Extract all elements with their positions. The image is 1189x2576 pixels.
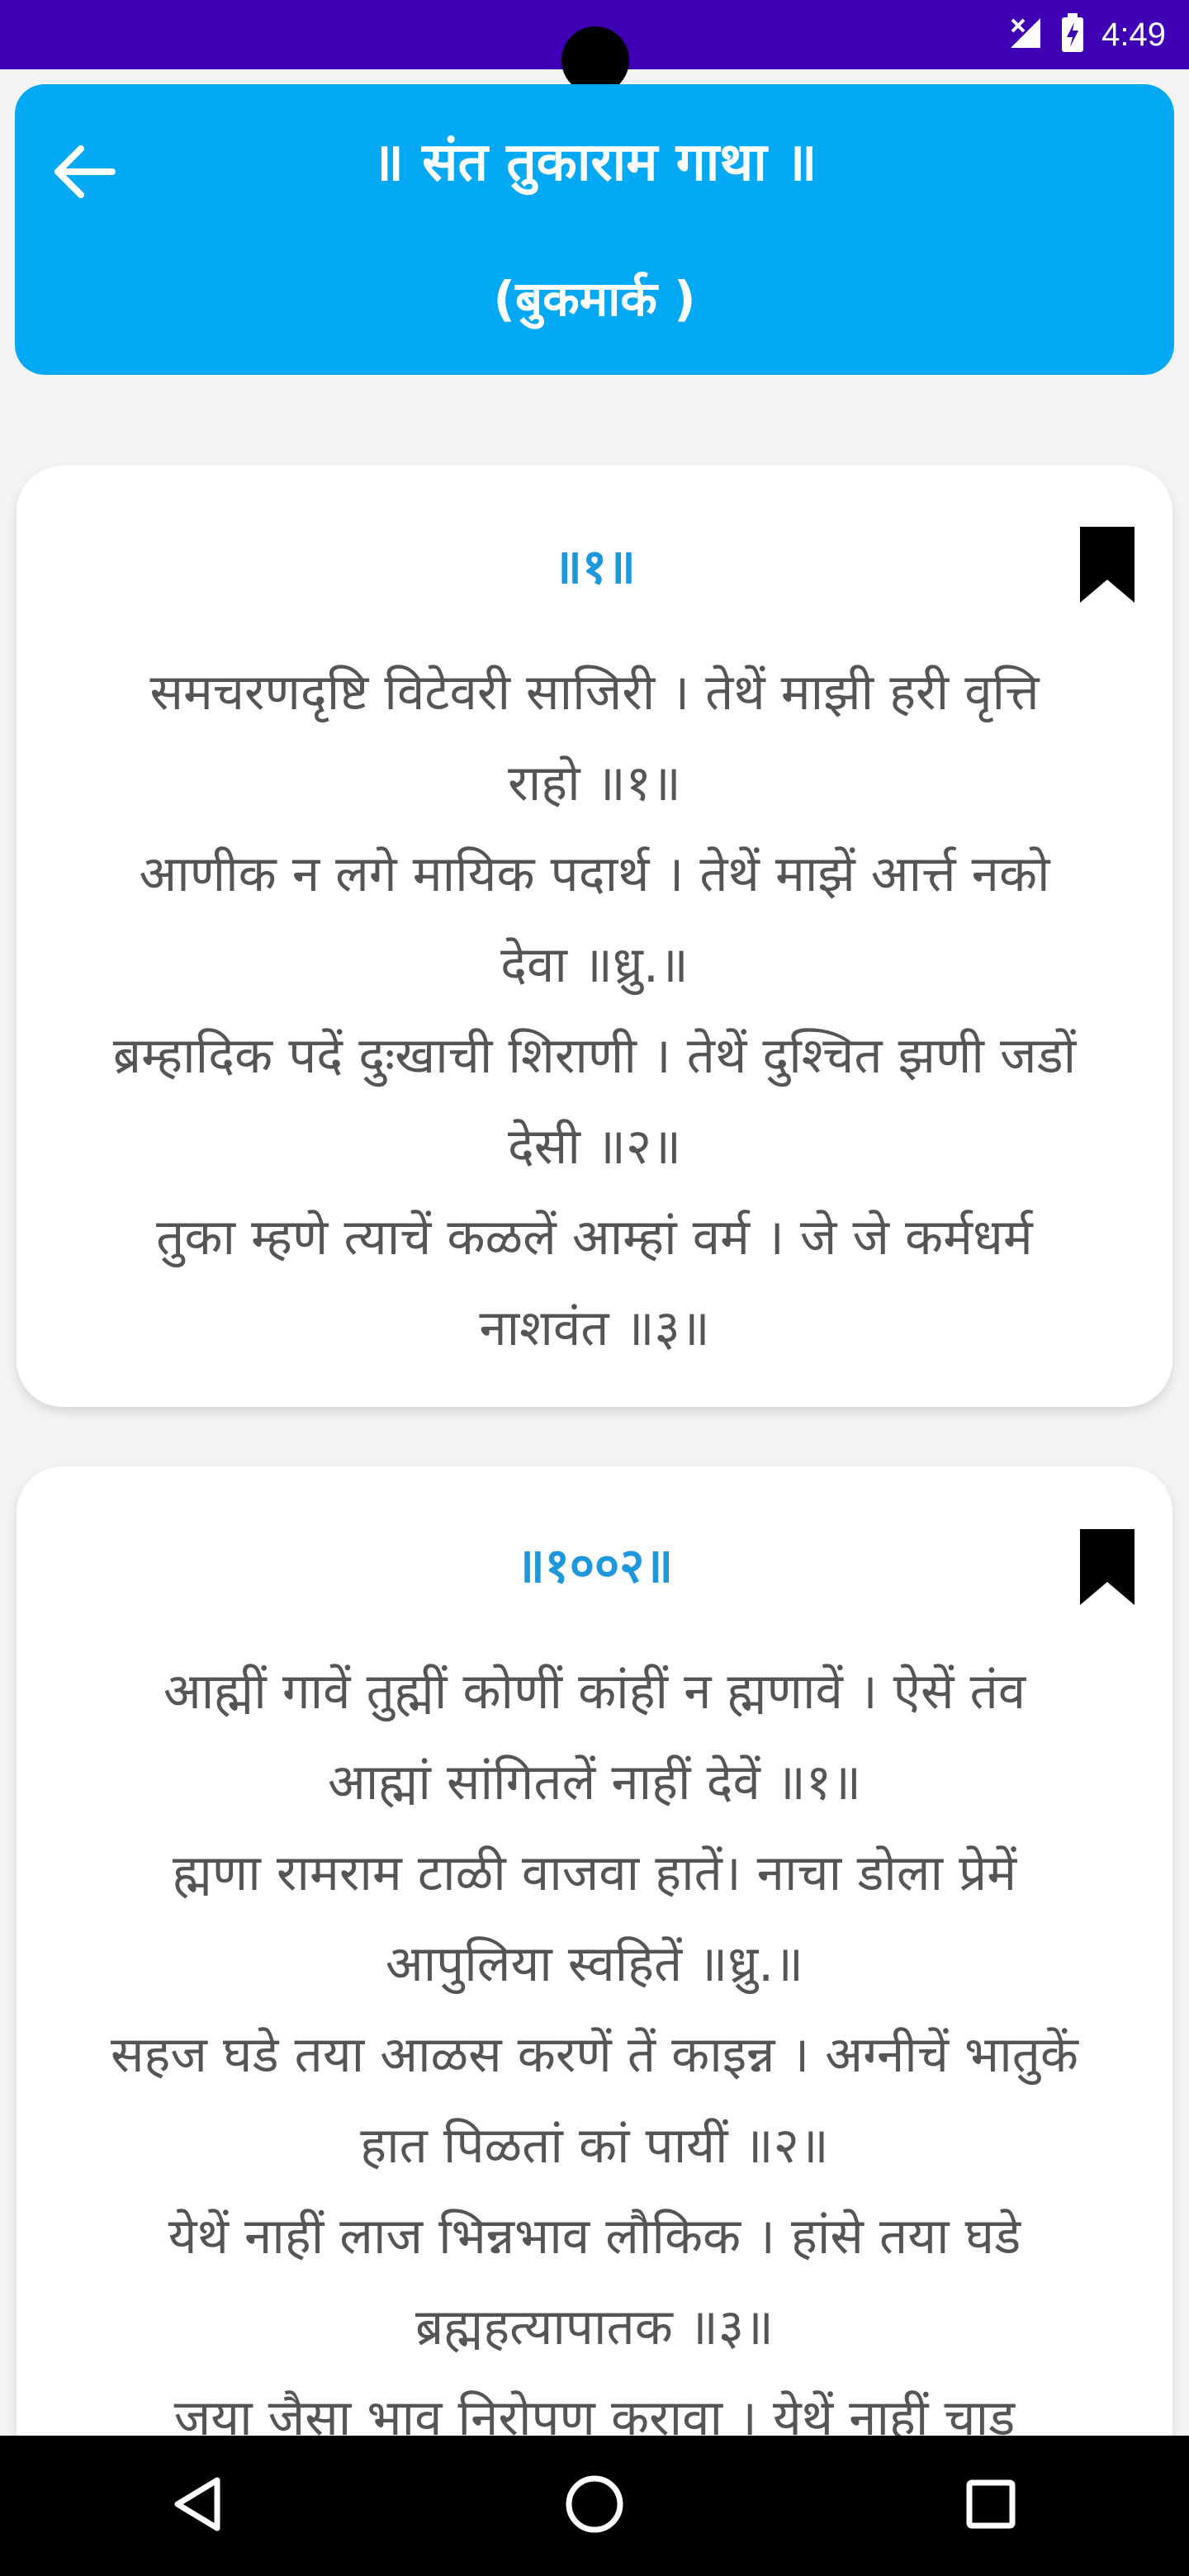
bookmark-list[interactable]: ॥१॥ समचरणदृष्टि विटेवरी साजिरी । तेथें म… bbox=[0, 375, 1189, 2436]
verse-line: देसी ॥२॥ bbox=[507, 1118, 682, 1176]
verse-line: नाशवंत ॥३॥ bbox=[479, 1300, 710, 1357]
verse-line: समचरणदृष्टि विटेवरी साजिरी । तेथें माझी … bbox=[149, 664, 1040, 722]
abhang-number: ॥१००२॥ bbox=[515, 1537, 674, 1593]
verse-line: ब्रह्महत्यापातक ॥३॥ bbox=[415, 2299, 774, 2356]
abhang-card[interactable]: ॥१००२॥ आह्मीं गावें तुह्मीं कोणीं कांहीं… bbox=[17, 1466, 1172, 2436]
navigation-bar bbox=[0, 2436, 1189, 2576]
abhang-verses: आह्मीं गावें तुह्मीं कोणीं कांहीं न ह्मण… bbox=[58, 1646, 1131, 2436]
page-title: ॥ संत तुकाराम गाथा ॥ bbox=[372, 132, 817, 193]
signal-icon bbox=[1007, 15, 1044, 54]
bookmark-button[interactable] bbox=[1078, 1527, 1136, 1607]
verse-line: सहज घडे तया आळस करणें तें काइन्न । अग्नी… bbox=[110, 2026, 1079, 2084]
verse-line: तुका म्हणे त्याचें कळलें आम्हां वर्म । ज… bbox=[156, 1209, 1033, 1267]
verse-line: ह्मणा रामराम टाळी वाजवा हातें। नाचा डोला… bbox=[172, 1844, 1017, 1902]
battery-charging-icon bbox=[1060, 12, 1085, 57]
abhang-verses: समचरणदृष्टि विटेवरी साजिरी । तेथें माझी … bbox=[58, 647, 1131, 1374]
abhang-card[interactable]: ॥१॥ समचरणदृष्टि विटेवरी साजिरी । तेथें म… bbox=[17, 466, 1172, 1407]
verse-line: देवा ॥ध्रु.॥ bbox=[500, 936, 689, 994]
verse-line: हात पिळतां कां पायीं ॥२॥ bbox=[360, 2117, 829, 2175]
bookmark-button[interactable] bbox=[1078, 525, 1136, 604]
status-bar: 4:49 bbox=[0, 0, 1189, 94]
nav-recents-button[interactable] bbox=[941, 2456, 1040, 2555]
verse-line: आह्मां सांगितलें नाहीं देवें ॥१॥ bbox=[327, 1754, 862, 1811]
bookmark-icon bbox=[1078, 527, 1136, 608]
verse-line: आपुलिया स्वहितें ॥ध्रु.॥ bbox=[385, 1935, 804, 1993]
bookmark-icon bbox=[1078, 1529, 1136, 1610]
verse-line: आह्मीं गावें तुह्मीं कोणीं कांहीं न ह्मण… bbox=[163, 1663, 1026, 1721]
page-subtitle: (बुकमार्क ) bbox=[493, 271, 696, 327]
verse-line: येथें नाहीं लाज भिन्नभाव लौकिक । हांसे त… bbox=[168, 2208, 1021, 2266]
triangle-back-icon bbox=[169, 2475, 227, 2536]
verse-line: राहो ॥१॥ bbox=[508, 755, 681, 812]
nav-back-button[interactable] bbox=[149, 2456, 248, 2555]
status-time: 4:49 bbox=[1101, 16, 1166, 53]
circle-home-icon bbox=[563, 2473, 626, 2539]
verse-line: जया जैसा भाव निरोपण करावा । येथें नाहीं … bbox=[173, 2389, 1016, 2436]
abhang-number: ॥१॥ bbox=[553, 538, 636, 594]
status-icons: 4:49 bbox=[1007, 10, 1166, 59]
verse-line: आणीक न लगे मायिक पदार्थ । तेथें माझें आर… bbox=[139, 845, 1050, 903]
verse-line: ब्रम्हादिक पदें दुःखाची शिराणी । तेथें द… bbox=[112, 1027, 1077, 1085]
square-recents-icon bbox=[964, 2478, 1017, 2534]
nav-home-button[interactable] bbox=[545, 2456, 644, 2555]
